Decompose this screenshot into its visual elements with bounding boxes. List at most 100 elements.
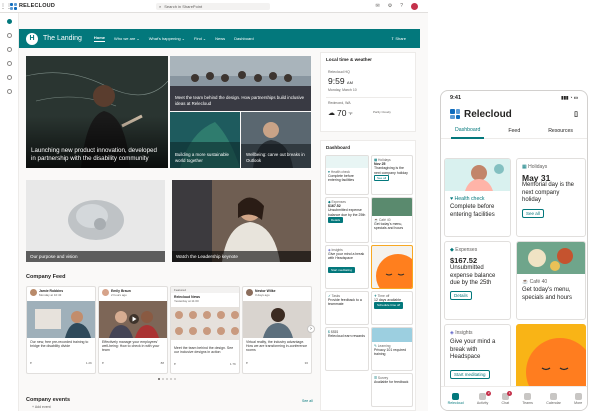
add-event-button[interactable]: + Add event xyxy=(32,405,51,409)
nav-calendar[interactable]: Calendar xyxy=(546,392,561,405)
nav-find[interactable]: Find ⌄ xyxy=(194,36,206,41)
card-holidays[interactable]: ▦ Holidays May 31 Memorial day is the ne… xyxy=(516,158,586,237)
card-health[interactable]: ♥ Health check Complete before entering … xyxy=(325,155,369,195)
keynote-tile[interactable]: Watch the Leadership keynote xyxy=(172,180,311,262)
site-title[interactable]: The Landing xyxy=(43,35,82,42)
tab-feed[interactable]: Feed xyxy=(504,124,524,138)
events-see-all-link[interactable]: See all xyxy=(302,399,313,403)
app-launcher-icon[interactable]: ⋮⋮ xyxy=(0,3,12,10)
tab-resources[interactable]: Resources xyxy=(544,124,577,138)
card-label: ▦ Holidays xyxy=(522,164,580,170)
settings-icon[interactable]: ⚙ xyxy=(388,3,392,10)
health-illustration xyxy=(326,156,368,168)
card-footer: ♥ 36 xyxy=(243,361,311,365)
card-expenses[interactable]: ◆ Expenses $167.52 Unsubmitted expense b… xyxy=(325,197,369,243)
tab-dashboard[interactable]: Dashboard xyxy=(451,123,485,139)
home-icon[interactable] xyxy=(7,19,12,24)
card-insights[interactable]: ◈ Insights Give your mind a break with H… xyxy=(444,324,511,390)
card-health-check[interactable]: ♥ Health check Complete before entering … xyxy=(444,158,511,237)
cafe-label: Café 40 xyxy=(529,279,548,285)
feed-card[interactable]: Nestor Wilke 3 days ago Virtual reality, … xyxy=(242,286,312,374)
carousel-dot[interactable] xyxy=(158,378,160,380)
nav-activity[interactable]: Activity 2 xyxy=(476,390,492,405)
like-icon[interactable]: ♥ xyxy=(30,361,32,365)
card-timeoff[interactable]: ✈ Time off 12 days available Schedule ti… xyxy=(371,291,413,325)
carousel-dot[interactable] xyxy=(170,378,172,380)
avatar[interactable] xyxy=(411,3,418,10)
brand[interactable]: RELECLOUD xyxy=(10,2,55,10)
feed-title: Company Feed xyxy=(26,274,66,280)
schedule-button[interactable]: Schedule time off xyxy=(374,302,404,309)
see-all-button[interactable]: See all xyxy=(522,208,544,218)
card-image xyxy=(171,307,239,344)
hero-wellbeing-tile[interactable]: Wellbeing: carve out breaks in Outlook xyxy=(241,112,311,168)
files-icon[interactable] xyxy=(7,61,12,66)
hero-sustain-tile[interactable]: Building a more sustainable world togeth… xyxy=(170,112,240,168)
carousel-next-button[interactable]: › xyxy=(307,325,315,333)
hero-team-tile[interactable]: Meet the team behind the design. How par… xyxy=(170,56,311,111)
card-pay[interactable]: $ $$$$ Relecloud earn rewards xyxy=(325,327,369,371)
bookmark-icon[interactable]: ▯ xyxy=(574,110,578,118)
suite-icons: ✉ ⚙ ? xyxy=(376,3,418,10)
card-cafe[interactable]: ☕ Café 40 Get today's menu, specials and… xyxy=(371,197,413,243)
carousel-dot[interactable] xyxy=(166,378,168,380)
avatar xyxy=(246,289,253,296)
nav-label: Teams xyxy=(522,400,533,405)
card-survey[interactable]: ☰ Survey Available for feedback xyxy=(371,373,413,407)
carousel-dot[interactable] xyxy=(174,378,176,380)
feed-card[interactable]: Jamie Robbins Monday at 10:43 Our new, fr… xyxy=(26,286,96,374)
card-expenses[interactable]: ◆ Expenses $167.52 Unsubmitted expense b… xyxy=(444,241,511,320)
start-meditating-button[interactable]: Start meditating xyxy=(328,266,356,273)
card-video[interactable] xyxy=(99,301,167,338)
sharepoint-window: ⋮⋮ RELECLOUD ⌕ Search in SharePoint ✉ ⚙ … xyxy=(0,0,428,411)
details-button[interactable]: Details xyxy=(450,290,472,300)
nav-relecloud[interactable]: Relecloud xyxy=(448,392,464,405)
hub-nav: H The Landing Home Who we are ⌄ What's ha… xyxy=(19,29,420,48)
details-button[interactable]: Details xyxy=(328,216,344,224)
nav-who-we-are[interactable]: Who we are ⌄ xyxy=(114,36,140,41)
card-insights[interactable]: ◈ Insights Give your mind a break with H… xyxy=(325,245,369,289)
card-footer: ♥ 1.2K xyxy=(27,361,95,365)
feed-card-featured[interactable]: Featured Relecloud News Yesterday at 11:0… xyxy=(170,286,240,374)
relecloud-logo xyxy=(10,2,17,10)
card-tasks[interactable]: ✓ Tasks Provide feedback to a teammate xyxy=(325,291,369,325)
like-icon[interactable]: ♥ xyxy=(174,362,176,366)
card-holidays[interactable]: ▦ Holidays Nov 25 Thanksgiving is the ne… xyxy=(371,155,413,195)
feed-card[interactable]: Emily Braun 2 hours ago Effectively manag… xyxy=(98,286,168,374)
share-button[interactable]: ⇪ Share xyxy=(391,36,406,41)
nav-whats-happening[interactable]: What's happening ⌄ xyxy=(149,36,185,41)
card-learning[interactable]: ✎ Learning Privacy 101 required training xyxy=(371,327,413,371)
card-headspace[interactable] xyxy=(371,245,413,289)
sites-icon[interactable] xyxy=(7,33,12,38)
site-logo[interactable]: H xyxy=(26,32,38,45)
help-icon[interactable]: ? xyxy=(400,3,403,10)
nav-label: Activity xyxy=(476,400,489,405)
like-icon[interactable]: ♥ xyxy=(246,361,248,365)
carousel-dot[interactable] xyxy=(162,378,164,380)
add-event-label: Add event xyxy=(34,405,51,409)
card-footer: ♥ 1.7K xyxy=(171,362,239,366)
holiday-date: May 31 xyxy=(522,173,551,183)
create-icon[interactable] xyxy=(7,89,12,94)
nav-home[interactable]: Home xyxy=(93,35,106,42)
card-cafe[interactable]: ☕ Café 40 Get today's menu, specials and… xyxy=(516,241,586,320)
nav-news[interactable]: News xyxy=(215,36,225,41)
chat-icon[interactable]: ✉ xyxy=(376,3,380,10)
card-headspace[interactable] xyxy=(516,324,586,390)
start-meditating-button[interactable]: Start meditating xyxy=(450,369,490,379)
see-all-button[interactable]: See all xyxy=(374,174,390,182)
card-text: Thanksgiving is the next company holiday xyxy=(374,166,408,175)
purpose-tile[interactable]: Our purpose and vision xyxy=(26,180,165,262)
hero-main-tile[interactable]: Launching new product innovation, develo… xyxy=(26,56,168,168)
search-input[interactable]: ⌕ Search in SharePoint xyxy=(156,3,270,10)
nav-chat[interactable]: Chat 1 xyxy=(502,390,513,405)
nav-teams[interactable]: Teams xyxy=(522,392,533,405)
status-bar: 9:41 ▮▮▮ ◔ ▭ xyxy=(441,91,587,105)
card-header: Emily Braun 2 hours ago xyxy=(99,287,167,301)
app-header: Relecloud ▯ xyxy=(441,105,587,123)
lists-icon[interactable] xyxy=(7,75,12,80)
news-icon[interactable] xyxy=(7,47,12,52)
nav-more[interactable]: More xyxy=(574,392,582,405)
nav-dashboard[interactable]: Dashboard xyxy=(234,36,254,41)
like-icon[interactable]: ♥ xyxy=(102,361,104,365)
